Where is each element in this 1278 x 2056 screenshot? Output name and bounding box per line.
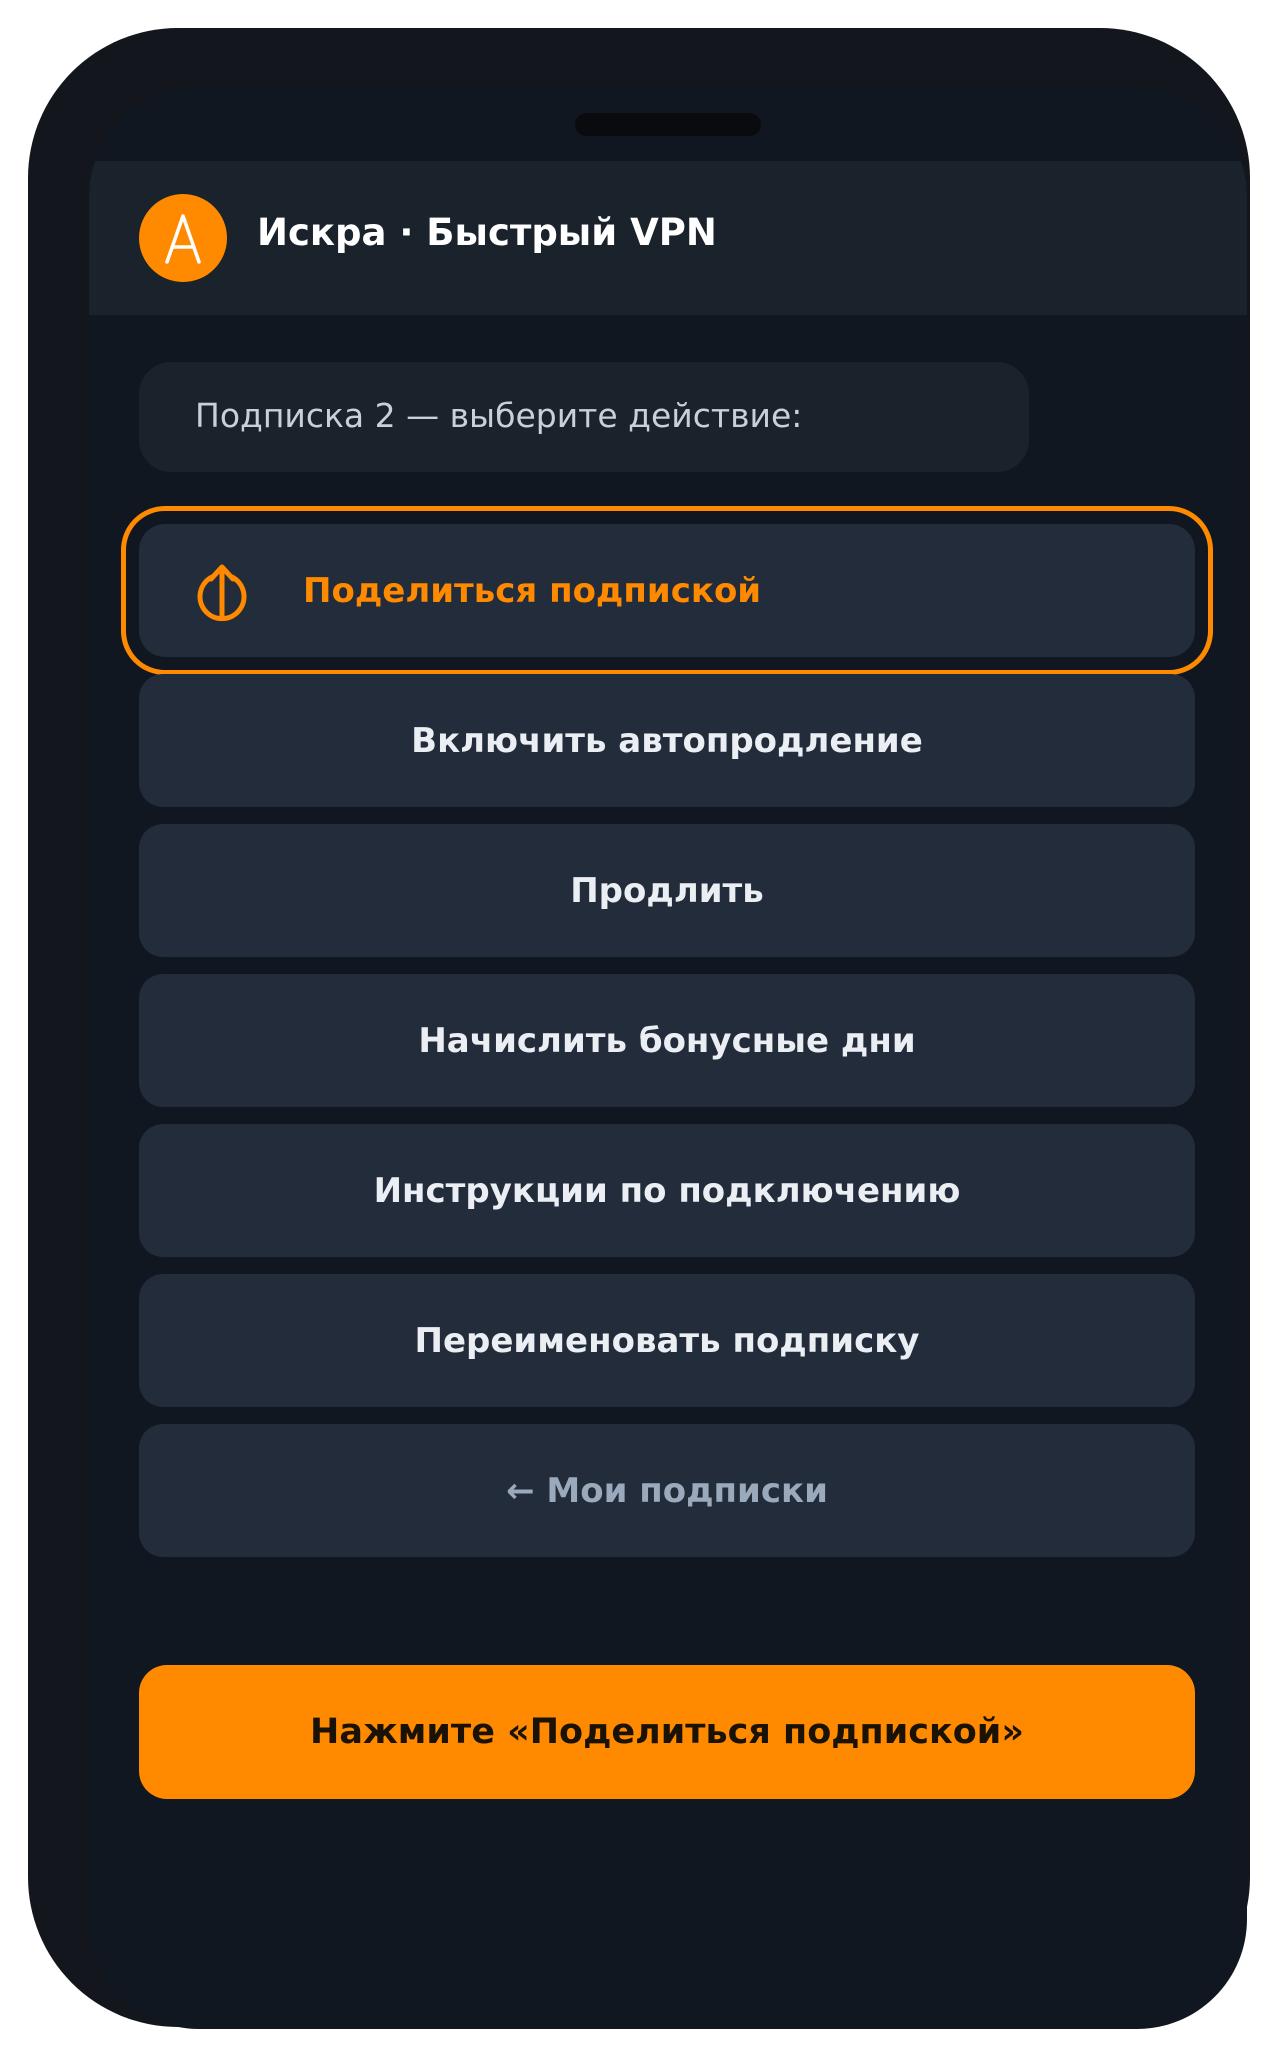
share-upload-icon [197,564,247,621]
share-subscription-label: Поделиться подпиской [303,570,762,611]
instruction-cta-banner[interactable]: Нажмите «Поделиться подпиской» [139,1665,1195,1799]
my-subscriptions-back-button[interactable]: ← Мои подписки [139,1424,1195,1557]
renew-button[interactable]: Продлить [139,824,1195,957]
bot-message-text: Подписка 2 — выберите действие: [195,396,803,435]
enable-autorenew-label: Включить автопродление [411,720,923,761]
phone-frame: Искра · Быстрый VPN Подписка 2 — выберит… [28,28,1250,2029]
share-subscription-button[interactable]: Поделиться подпиской [121,506,1213,675]
instruction-cta-label: Нажмите «Поделиться подпиской» [310,1712,1024,1752]
renew-label: Продлить [570,870,764,911]
chat-header: Искра · Быстрый VPN [89,161,1247,315]
phone-notch [575,113,761,136]
connection-instructions-button[interactable]: Инструкции по подключению [139,1124,1195,1257]
app-title: Искра · Быстрый VPN [257,211,717,254]
rename-subscription-button[interactable]: Переименовать подписку [139,1274,1195,1407]
enable-autorenew-button[interactable]: Включить автопродление [139,674,1195,807]
phone-screen: Искра · Быстрый VPN Подписка 2 — выберит… [89,87,1247,2029]
bot-message-bubble: Подписка 2 — выберите действие: [139,362,1029,472]
bonus-days-label: Начислить бонусные дни [418,1020,916,1061]
connection-instructions-label: Инструкции по подключению [373,1170,961,1211]
my-subscriptions-label: ← Мои подписки [506,1470,828,1511]
rename-subscription-label: Переименовать подписку [414,1320,920,1361]
letter-a-logo-icon [165,214,201,264]
bonus-days-button[interactable]: Начислить бонусные дни [139,974,1195,1107]
avatar[interactable] [139,194,227,282]
